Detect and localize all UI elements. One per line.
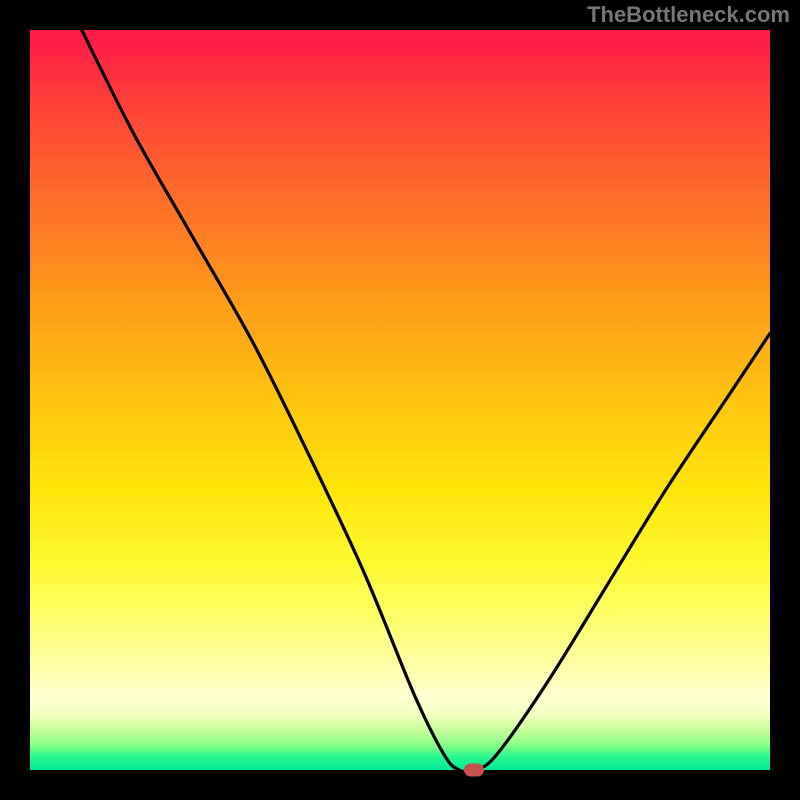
optimum-marker xyxy=(464,764,484,777)
curve-svg xyxy=(30,30,770,770)
chart-frame: TheBottleneck.com xyxy=(0,0,800,800)
bottleneck-curve xyxy=(82,30,770,770)
plot-area xyxy=(30,30,770,770)
watermark-text: TheBottleneck.com xyxy=(587,2,790,28)
